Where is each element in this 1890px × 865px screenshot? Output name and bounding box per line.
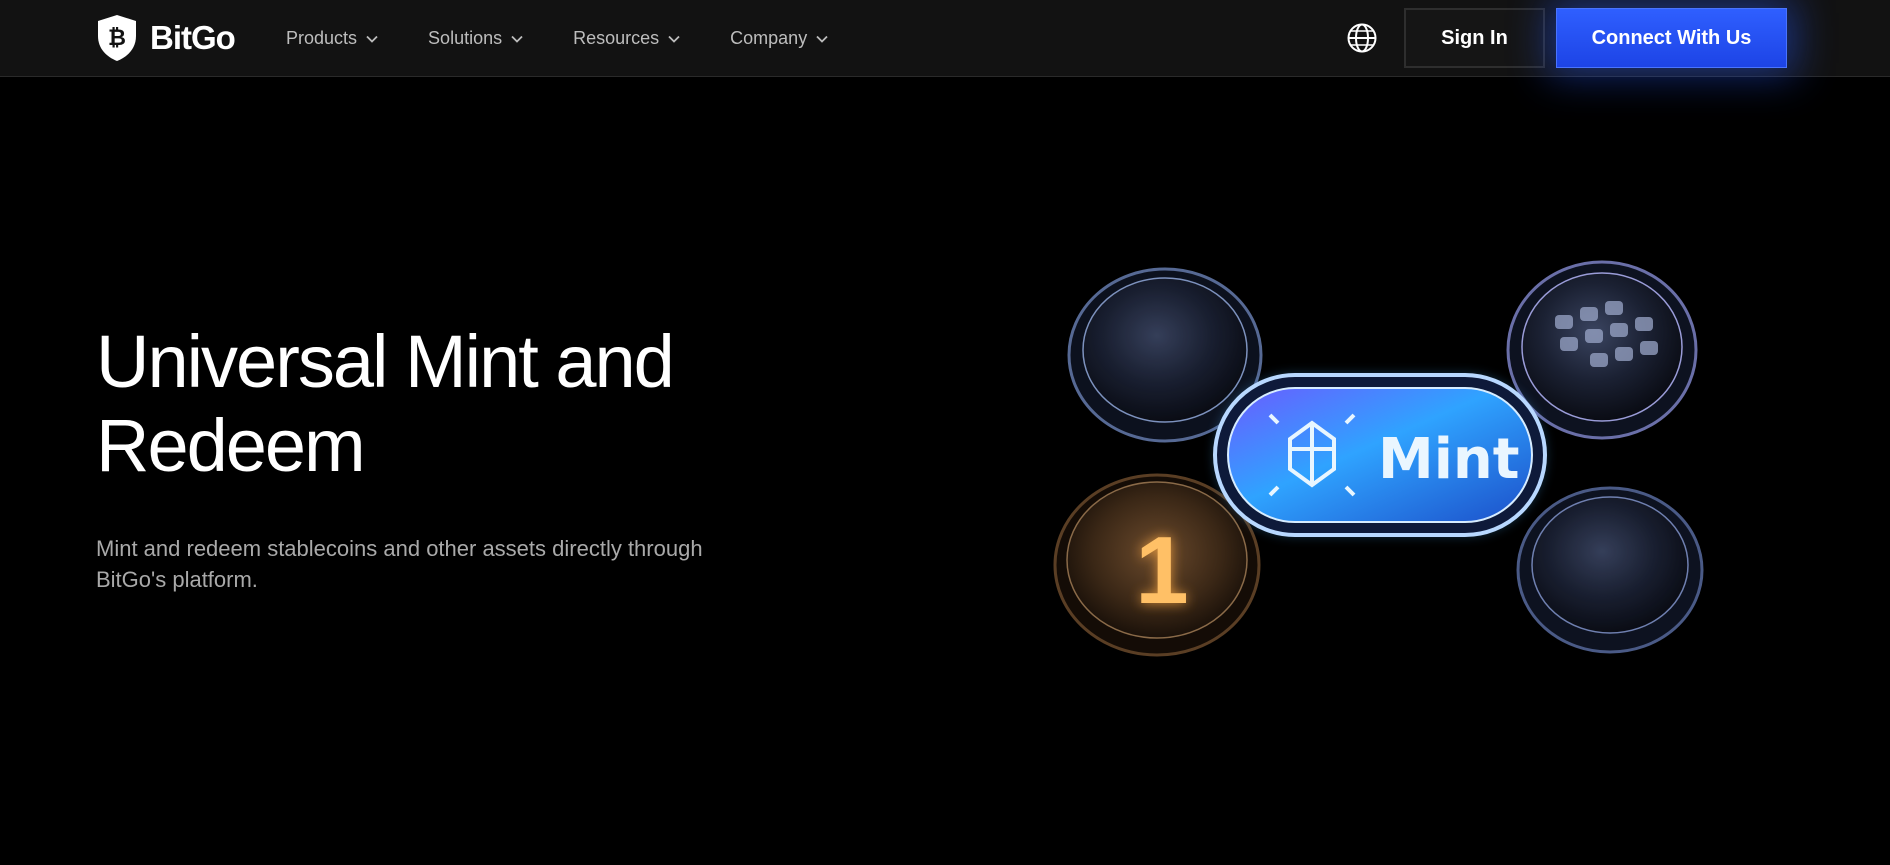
hero-subtitle: Mint and redeem stablecoins and other as… bbox=[96, 536, 703, 592]
menu-label: Company bbox=[730, 28, 808, 48]
chevron-down-icon bbox=[816, 35, 828, 43]
menu-label: Solutions bbox=[428, 28, 503, 48]
mint-label: Mint bbox=[1378, 427, 1520, 492]
coin-bottom-right bbox=[1516, 486, 1704, 654]
menu-label: Resources bbox=[573, 28, 660, 48]
menu-label: Products bbox=[286, 28, 358, 48]
brand-name: BitGo bbox=[150, 19, 236, 56]
mint-badge: Mint bbox=[1213, 373, 1547, 537]
chevron-down-icon bbox=[511, 35, 523, 43]
chevron-down-icon bbox=[668, 35, 680, 43]
menu-products[interactable]: Products bbox=[286, 28, 379, 49]
shield-bitcoin-icon: ₿ bbox=[98, 15, 136, 61]
main-menu: Products Solutions Resources Company bbox=[286, 0, 878, 77]
mint-illustration: 1 1 Mint bbox=[1053, 260, 1704, 657]
hero-title: Universal Mint and Redeem bbox=[96, 320, 675, 487]
coin-numeral: 1 bbox=[1135, 517, 1188, 624]
menu-resources[interactable]: Resources bbox=[573, 28, 681, 49]
sign-in-button[interactable]: Sign In bbox=[1404, 8, 1545, 68]
svg-text:₿: ₿ bbox=[108, 25, 126, 50]
connect-with-us-button[interactable]: Connect With Us bbox=[1556, 8, 1787, 68]
menu-company[interactable]: Company bbox=[730, 28, 829, 49]
bitgo-logo[interactable]: ₿ BitGo bbox=[96, 14, 236, 62]
chevron-down-icon bbox=[366, 35, 378, 43]
globe-icon[interactable] bbox=[1346, 22, 1378, 54]
top-navigation: ₿ BitGo Products Solutions Resources Com… bbox=[0, 0, 1890, 77]
menu-solutions[interactable]: Solutions bbox=[428, 28, 524, 49]
coin-top-right bbox=[1506, 260, 1698, 440]
